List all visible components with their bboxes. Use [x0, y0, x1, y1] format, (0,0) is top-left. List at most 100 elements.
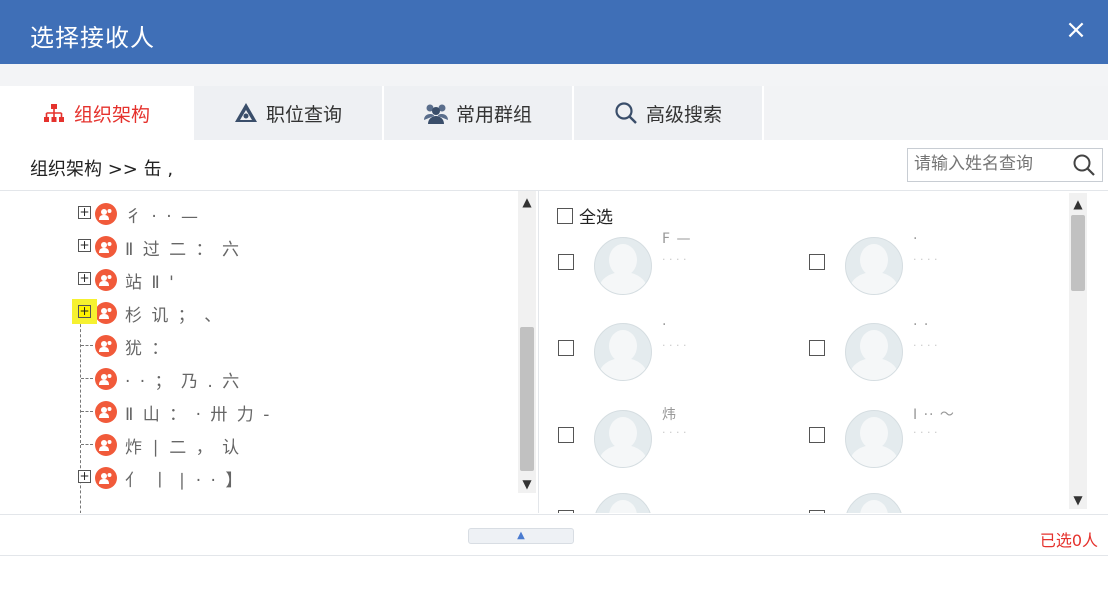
- tree-node-label: 彳 · · —: [125, 206, 201, 227]
- person-card[interactable]: F — · · · ·: [558, 229, 798, 301]
- person-card[interactable]: · · · · ·: [809, 229, 1049, 301]
- department-icon: [95, 302, 117, 324]
- person-checkbox[interactable]: [809, 427, 825, 443]
- tree-node-label: 站 Ⅱ ': [125, 272, 176, 293]
- person-checkbox[interactable]: [558, 254, 574, 270]
- scroll-down-icon[interactable]: ▼: [518, 475, 536, 493]
- person-checkbox[interactable]: [809, 254, 825, 270]
- search-icon[interactable]: [1072, 153, 1096, 181]
- header-spacer: [0, 64, 1108, 86]
- scroll-up-icon[interactable]: ▲: [518, 193, 536, 211]
- tab-label: 组织架构: [73, 103, 150, 126]
- people-pane: 全选 F — · · · · · · · · · · · · · · · · ·…: [539, 191, 1108, 513]
- tree-child-node[interactable]: Ⅱ 山 ： · 卅 力 -: [81, 397, 272, 427]
- person-name: · ·: [913, 317, 930, 333]
- person-dept: · · · ·: [913, 426, 938, 439]
- avatar: [845, 237, 903, 295]
- expand-icon[interactable]: +: [78, 272, 91, 285]
- tab-position-query[interactable]: 职位查询: [194, 86, 384, 140]
- person-checkbox[interactable]: [558, 340, 574, 356]
- tree-node-label: 炸 ∣ 二 ， 认: [125, 437, 242, 458]
- tab-label: 常用群组: [455, 103, 532, 126]
- person-dept: · · · ·: [662, 339, 687, 352]
- tree-node[interactable]: + 站 Ⅱ ': [78, 265, 176, 295]
- person-name: Ⅰ ·· ～: [913, 407, 955, 423]
- breadcrumb[interactable]: 组织架构 >> 缶 ,: [30, 155, 173, 181]
- person-dept: · · · ·: [662, 253, 687, 266]
- people-scrollbar[interactable]: ▲ ▼: [1069, 193, 1087, 509]
- collapse-toggle[interactable]: ▲: [468, 528, 574, 544]
- dialog-header: 选择接收人 ×: [0, 0, 1108, 64]
- tree-branch-line: [81, 444, 93, 445]
- tree-scrollbar[interactable]: ▲ ▼: [518, 191, 536, 493]
- tree-node-label: · · ； 乃 . 六: [125, 371, 242, 392]
- select-all-label: 全选: [579, 208, 613, 228]
- select-all[interactable]: 全选: [557, 203, 613, 228]
- group-icon: [423, 101, 448, 125]
- person-dept: · · · ·: [662, 426, 687, 439]
- person-card[interactable]: [809, 485, 1049, 513]
- tree-child-node[interactable]: · · ； 乃 . 六: [81, 364, 242, 394]
- tree-node-label: 犹 ：: [125, 338, 171, 359]
- tab-common-groups[interactable]: 常用群组: [384, 86, 574, 140]
- tree-node[interactable]: + 亻 丨 ∣ · · 】: [78, 463, 244, 493]
- tree-node-label: Ⅱ 山 ： · 卅 力 -: [125, 404, 272, 425]
- person-name: F —: [662, 231, 692, 247]
- department-icon: [95, 335, 117, 357]
- person-name: 炜: [662, 407, 677, 423]
- tree-branch-line: [81, 411, 93, 412]
- person-name: ·: [662, 317, 668, 333]
- person-card[interactable]: · · · · ·: [558, 315, 798, 387]
- org-chart-icon: [42, 101, 66, 125]
- department-icon: [95, 368, 117, 390]
- person-card[interactable]: 炜 · · · ·: [558, 402, 798, 474]
- tab-bar: 组织架构 职位查询 常用群组 高级搜索: [0, 86, 1108, 140]
- tree-node-selected[interactable]: + 杉 讥 ； 、: [78, 298, 224, 328]
- expand-icon[interactable]: +: [78, 206, 91, 219]
- tree-node[interactable]: + Ⅱ 过 二 ： 六: [78, 232, 241, 262]
- avatar: [845, 410, 903, 468]
- select-all-checkbox[interactable]: [557, 207, 573, 224]
- person-checkbox[interactable]: [809, 340, 825, 356]
- avatar: [845, 493, 903, 513]
- selection-bar: ▲ 已选0人: [0, 514, 1108, 556]
- close-icon[interactable]: ×: [1062, 16, 1090, 44]
- dialog-title: 选择接收人: [30, 24, 155, 52]
- tree-node[interactable]: + 彳 · · —: [78, 199, 201, 229]
- person-dept: · · · ·: [913, 339, 938, 352]
- person-card[interactable]: Ⅰ ·· ～ · · · ·: [809, 402, 1049, 474]
- tree-child-node[interactable]: 犹 ：: [81, 331, 171, 361]
- tree-node-label: 杉 讥 ； 、: [125, 305, 224, 326]
- tab-org-structure[interactable]: 组织架构: [0, 86, 194, 140]
- scroll-thumb[interactable]: [1071, 215, 1085, 291]
- expand-icon[interactable]: +: [78, 305, 91, 318]
- person-dept: · · · ·: [913, 253, 938, 266]
- tree-branch-line: [81, 378, 93, 379]
- tab-advanced-search[interactable]: 高级搜索: [574, 86, 764, 140]
- search-icon: [614, 101, 638, 125]
- avatar: [594, 493, 652, 513]
- department-icon: [95, 236, 117, 258]
- scroll-down-icon[interactable]: ▼: [1069, 491, 1087, 509]
- avatar: [845, 323, 903, 381]
- scroll-up-icon[interactable]: ▲: [1069, 195, 1087, 213]
- tree-child-node[interactable]: 炸 ∣ 二 ， 认: [81, 430, 242, 460]
- department-icon: [95, 269, 117, 291]
- expand-icon[interactable]: +: [78, 239, 91, 252]
- avatar: [594, 323, 652, 381]
- tab-label: 职位查询: [265, 103, 342, 126]
- person-checkbox[interactable]: [558, 510, 574, 513]
- person-checkbox[interactable]: [809, 510, 825, 513]
- search-input[interactable]: [908, 149, 1075, 179]
- department-icon: [95, 434, 117, 456]
- org-tree-pane: + 彳 · · — + Ⅱ 过 二 ： 六 + 站 Ⅱ ' + 杉 讥 ； 、 …: [0, 191, 539, 513]
- department-icon: [95, 467, 117, 489]
- scroll-thumb[interactable]: [520, 327, 534, 471]
- avatar: [594, 410, 652, 468]
- person-card[interactable]: · · · · · ·: [809, 315, 1049, 387]
- person-card[interactable]: [558, 485, 798, 513]
- person-checkbox[interactable]: [558, 427, 574, 443]
- expand-icon[interactable]: +: [78, 470, 91, 483]
- person-name: ·: [913, 231, 919, 247]
- tree-node-label: Ⅱ 过 二 ： 六: [125, 239, 241, 260]
